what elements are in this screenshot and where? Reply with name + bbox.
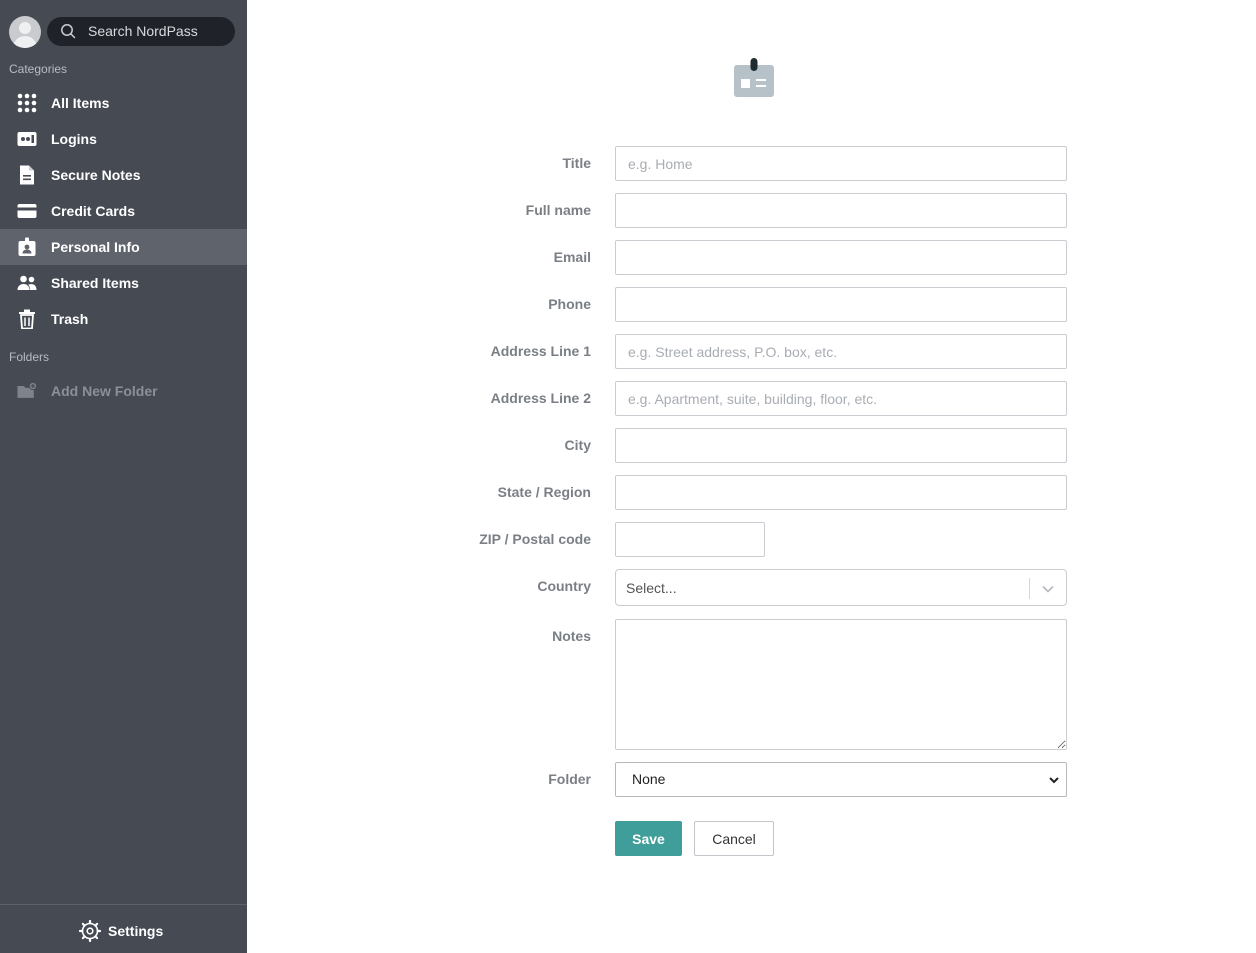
search-input[interactable]: Search NordPass xyxy=(47,17,235,46)
country-select[interactable]: Select... xyxy=(615,569,1067,606)
personal-info-form: Title Full name Email Phone Address Line… xyxy=(247,0,1256,953)
address-line-2-label: Address Line 2 xyxy=(490,390,591,406)
note-icon xyxy=(20,165,34,185)
state-region-input[interactable] xyxy=(615,475,1067,510)
app-window: Search NordPass Categories All Items Log… xyxy=(0,0,1256,953)
sidebar-header: Search NordPass xyxy=(0,14,247,50)
add-folder-icon xyxy=(17,381,37,398)
address-line-2-input[interactable] xyxy=(615,381,1067,416)
sidebar-item-shared-items[interactable]: Shared Items xyxy=(0,265,247,301)
settings-label: Settings xyxy=(108,923,164,939)
avatar[interactable] xyxy=(9,16,41,48)
categories-heading: Categories xyxy=(9,62,68,76)
search-placeholder: Search NordPass xyxy=(88,23,198,39)
email-input[interactable] xyxy=(615,240,1067,275)
cancel-button[interactable]: Cancel xyxy=(694,821,774,856)
zip-label: ZIP / Postal code xyxy=(479,531,591,547)
search-icon xyxy=(61,24,76,39)
sidebar-item-logins[interactable]: Logins xyxy=(0,121,247,157)
settings-button[interactable]: Settings xyxy=(0,904,247,953)
sidebar-item-label: Trash xyxy=(51,311,89,327)
folder-select-value: None xyxy=(632,771,666,787)
add-new-folder-button[interactable]: Add New Folder xyxy=(0,373,247,409)
sidebar-item-secure-notes[interactable]: Secure Notes xyxy=(0,157,247,193)
avatar-body xyxy=(13,36,37,48)
id-badge-icon xyxy=(18,237,36,256)
full-name-input[interactable] xyxy=(615,193,1067,228)
sidebar-item-label: Credit Cards xyxy=(51,203,136,219)
phone-label: Phone xyxy=(548,296,591,312)
address-line-1-input[interactable] xyxy=(615,334,1067,369)
avatar-head xyxy=(19,22,31,34)
phone-input[interactable] xyxy=(615,287,1067,322)
notes-label: Notes xyxy=(552,628,591,644)
add-new-folder-label: Add New Folder xyxy=(51,383,158,399)
credit-card-icon xyxy=(17,204,37,218)
title-label: Title xyxy=(562,155,591,171)
sidebar: Search NordPass Categories All Items Log… xyxy=(0,0,247,953)
city-input[interactable] xyxy=(615,428,1067,463)
sidebar-item-credit-cards[interactable]: Credit Cards xyxy=(0,193,247,229)
sidebar-item-label: Logins xyxy=(51,131,97,147)
zip-input[interactable] xyxy=(615,522,765,557)
sidebar-item-label: Shared Items xyxy=(51,275,139,291)
sidebar-item-trash[interactable]: Trash xyxy=(0,301,247,337)
sidebar-item-label: All Items xyxy=(51,95,110,111)
email-label: Email xyxy=(553,249,591,265)
people-icon xyxy=(17,275,37,290)
sidebar-item-all-items[interactable]: All Items xyxy=(0,85,247,121)
gear-icon xyxy=(79,920,101,942)
chevron-down-icon xyxy=(1049,777,1059,784)
address-line-1-label: Address Line 1 xyxy=(490,343,591,359)
country-label: Country xyxy=(537,578,591,594)
id-badge-icon xyxy=(734,58,774,97)
country-select-value: Select... xyxy=(626,580,677,596)
notes-textarea[interactable] xyxy=(615,619,1067,750)
sidebar-item-label: Secure Notes xyxy=(51,167,141,183)
folders-heading: Folders xyxy=(9,350,50,364)
sidebar-item-label: Personal Info xyxy=(51,239,140,255)
country-select-separator xyxy=(1029,578,1030,599)
login-card-icon xyxy=(17,132,37,146)
state-region-label: State / Region xyxy=(497,484,591,500)
grid-icon xyxy=(17,93,37,113)
save-button[interactable]: Save xyxy=(615,821,682,856)
trash-icon xyxy=(19,309,35,329)
chevron-down-icon xyxy=(1042,585,1054,593)
folder-select[interactable]: None xyxy=(615,762,1067,797)
folder-label: Folder xyxy=(548,771,591,787)
full-name-label: Full name xyxy=(525,202,591,218)
title-input[interactable] xyxy=(615,146,1067,181)
sidebar-item-personal-info[interactable]: Personal Info xyxy=(0,229,247,265)
city-label: City xyxy=(564,437,591,453)
